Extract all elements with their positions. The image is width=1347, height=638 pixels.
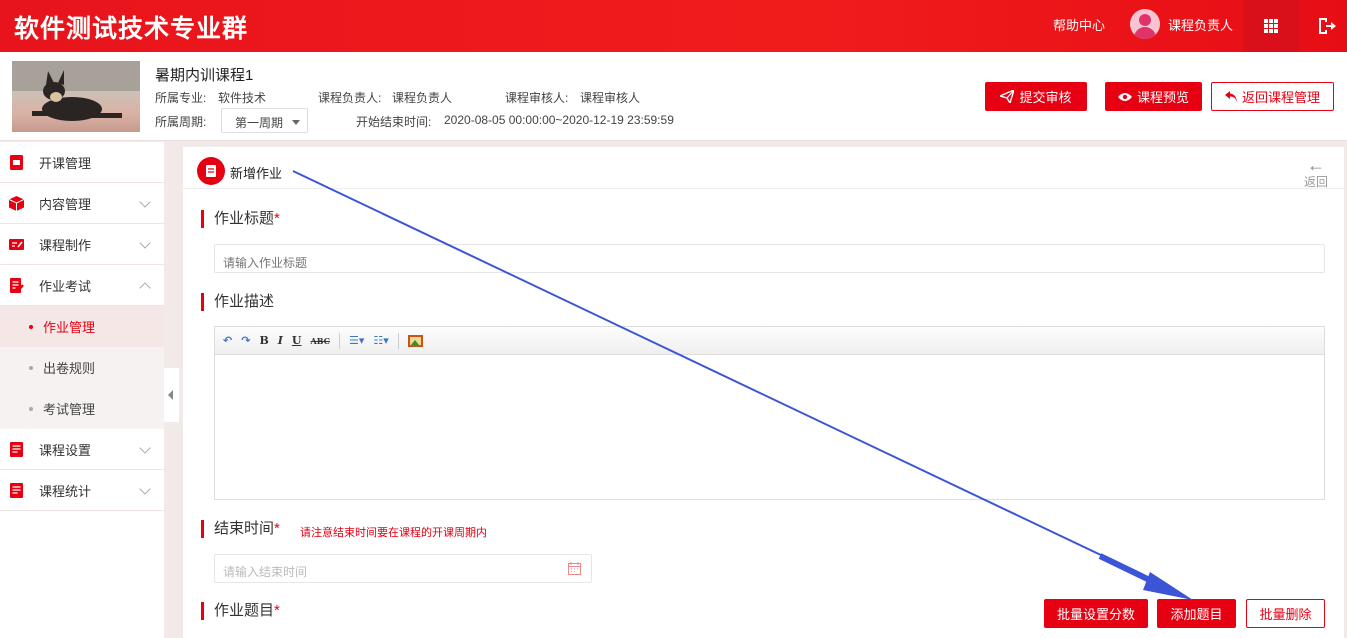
brand-title: 软件测试技术专业群 (14, 15, 249, 43)
return-course-manage-label: 返回课程管理 (1241, 90, 1320, 105)
sidebar-item-label: 课程设置 (39, 442, 92, 458)
sidebar-item-course-open[interactable]: 开课管理 (0, 142, 164, 183)
chevron-down-icon (139, 237, 151, 249)
time-label: 开始结束时间: (356, 115, 432, 129)
bullet-dot (29, 365, 33, 370)
panel-title: 新增作业 (230, 166, 283, 181)
logout-icon (1319, 18, 1336, 34)
calendar-icon[interactable] (568, 562, 581, 575)
bullet-list-icon[interactable]: ☰▾ (349, 334, 364, 347)
chevron-down-icon (139, 483, 151, 495)
end-time-input[interactable]: 请输入结束时间 (214, 554, 592, 583)
sidebar-item-course-settings[interactable]: 课程设置 (0, 429, 164, 470)
sidebar-subitem-label: 作业管理 (43, 320, 96, 335)
end-time-placeholder: 请输入结束时间 (223, 565, 308, 579)
top-bar: 软件测试技术专业群 帮助中心 课程负责人 (0, 0, 1347, 52)
toolbar-divider (397, 332, 399, 349)
end-time-label: 结束时间* (201, 520, 280, 538)
period-label: 所属周期: (155, 115, 207, 129)
owner-value: 课程负责人 (392, 91, 453, 105)
sidebar-subitem-label: 考试管理 (43, 402, 96, 417)
arrow-left-icon: ← (1307, 155, 1325, 175)
back-button[interactable]: ← 返回 (1301, 155, 1331, 190)
reply-arrow-icon (1224, 91, 1237, 102)
sidebar-item-label: 课程制作 (39, 237, 92, 253)
app-grid-button[interactable] (1243, 0, 1299, 52)
homework-title-label: 作业标题* (201, 210, 280, 228)
cube-icon (9, 196, 24, 211)
owner-label: 课程负责人: (318, 91, 382, 105)
return-course-manage-button[interactable]: 返回课程管理 (1211, 82, 1334, 111)
panel-header: 新增作业 ← 返回 (183, 147, 1344, 189)
stats-book-icon (10, 483, 23, 498)
time-range: 2020-08-05 00:00:00~2020-12-19 23:59:59 (444, 113, 674, 127)
major-label: 所属专业: (155, 91, 207, 105)
add-homework-panel: 新增作业 ← 返回 作业标题* 作业描述 ↶ ↷ B I U ABC ☰▾ ☷▾… (183, 147, 1344, 638)
sidebar-item-label: 开课管理 (39, 155, 92, 171)
batch-delete-button[interactable]: 批量删除 (1246, 599, 1325, 628)
sidebar-item-label: 内容管理 (39, 196, 92, 212)
reviewer-label: 课程审核人: (505, 91, 569, 105)
homework-title-input[interactable] (214, 244, 1325, 273)
exam-icon (10, 278, 24, 293)
course-preview-button[interactable]: 课程预览 (1105, 82, 1202, 111)
submit-review-button[interactable]: 提交审核 (985, 82, 1087, 111)
major-value: 软件技术 (218, 91, 267, 105)
send-icon (1000, 90, 1015, 103)
sidebar-item-label: 课程统计 (39, 483, 92, 499)
toolbar-divider (338, 332, 340, 349)
course-name: 暑期内训课程1 (155, 67, 254, 84)
sidebar-subitem-homework-manage[interactable]: 作业管理 (0, 306, 164, 347)
redo-icon[interactable]: ↷ (241, 334, 250, 347)
bold-button[interactable]: B (259, 334, 268, 347)
back-label: 返回 (1303, 175, 1328, 189)
sidebar: 开课管理 内容管理 课程制作 作业考试 作业管理 出卷规则 考试管理 课程设置 … (0, 142, 164, 638)
reviewer-value: 课程审核人 (580, 91, 641, 105)
course-preview-label: 课程预览 (1136, 90, 1189, 105)
sidebar-item-production[interactable]: 课程制作 (0, 224, 164, 265)
sidebar-collapse-toggle[interactable] (164, 368, 179, 422)
edit-icon (9, 239, 24, 250)
underline-button[interactable]: U (292, 334, 302, 347)
batch-set-score-button[interactable]: 批量设置分数 (1044, 599, 1148, 628)
numbered-list-icon[interactable]: ☷▾ (373, 334, 388, 347)
end-time-hint: 请注意结束时间要在课程的开课周期内 (300, 527, 487, 539)
sidebar-item-course-stats[interactable]: 课程统计 (0, 470, 164, 511)
logout-button[interactable] (1299, 0, 1347, 52)
bullet-dot (29, 324, 33, 329)
undo-icon[interactable]: ↶ (223, 334, 232, 347)
homework-questions-label: 作业题目* (201, 602, 280, 620)
sidebar-item-label: 作业考试 (39, 278, 92, 294)
course-thumbnail (12, 61, 140, 132)
user-name[interactable]: 课程负责人 (1168, 15, 1233, 34)
course-info-bar: 暑期内训课程1 所属专业: 软件技术 课程负责人: 课程负责人 课程审核人: 课… (0, 52, 1347, 141)
insert-image-icon[interactable] (407, 334, 423, 347)
submit-review-label: 提交审核 (1019, 90, 1072, 105)
homework-description-label: 作业描述 (201, 293, 274, 311)
chevron-down-icon (139, 442, 151, 454)
homework-badge-icon (197, 157, 225, 185)
document-icon (10, 155, 23, 170)
bullet-dot (29, 406, 33, 411)
help-center-link[interactable]: 帮助中心 (1053, 15, 1105, 34)
sidebar-subitem-paper-rules[interactable]: 出卷规则 (0, 347, 164, 388)
editor-toolbar: ↶ ↷ B I U ABC ☰▾ ☷▾ (215, 327, 1324, 355)
period-selected-value: 第一周期 (235, 116, 284, 130)
sidebar-subitem-label: 出卷规则 (43, 361, 96, 376)
avatar[interactable] (1130, 9, 1160, 39)
strikethrough-button[interactable]: ABC (311, 336, 330, 346)
add-question-button[interactable]: 添加题目 (1157, 599, 1236, 628)
sidebar-item-content[interactable]: 内容管理 (0, 183, 164, 224)
eye-icon (1117, 92, 1132, 101)
settings-book-icon (10, 442, 23, 457)
chevron-down-icon (139, 196, 151, 208)
italic-button[interactable]: I (278, 334, 283, 347)
period-select[interactable]: 第一周期 (221, 108, 308, 133)
sidebar-item-homework-exam[interactable]: 作业考试 (0, 265, 164, 306)
rich-text-editor[interactable]: ↶ ↷ B I U ABC ☰▾ ☷▾ (214, 326, 1325, 500)
chevron-up-icon (139, 282, 151, 294)
caret-down-icon (292, 120, 300, 125)
sidebar-subitem-exam-manage[interactable]: 考试管理 (0, 388, 164, 429)
grid-icon (1264, 19, 1278, 33)
